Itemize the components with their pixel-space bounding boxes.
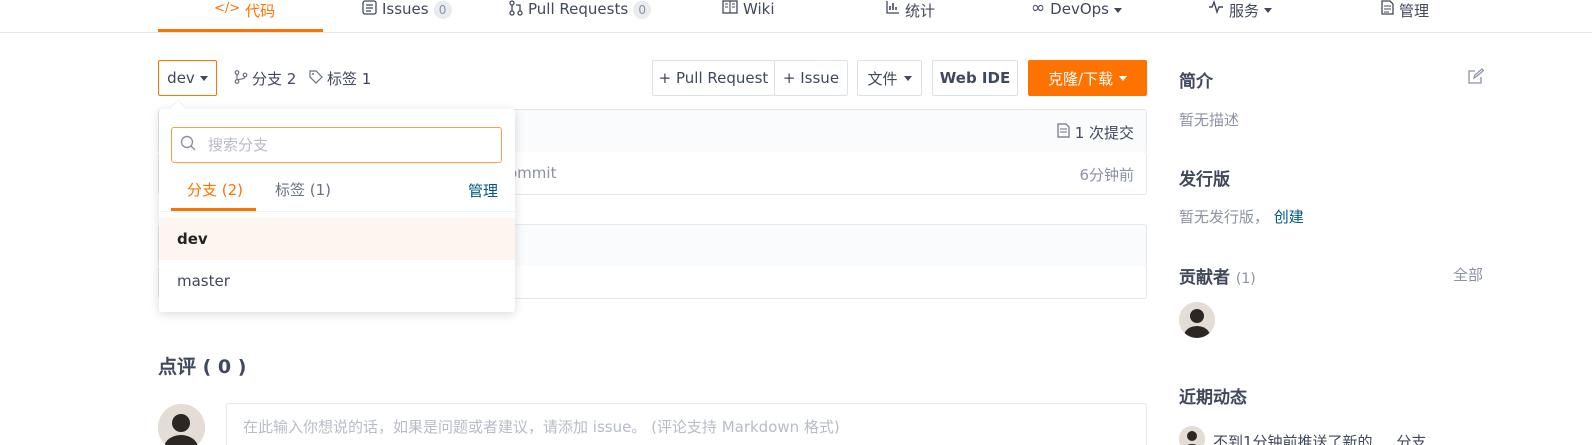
tag-icon (309, 69, 323, 88)
tab-code-label: 代码 (245, 2, 276, 20)
branches-link[interactable]: 分支 2 (234, 68, 296, 89)
new-pull-request-label: + Pull Request (658, 69, 769, 87)
branch-dropdown: 分支 (2) 标签 (1) 管理 dev master (159, 109, 515, 312)
contributors-count: (1) (1235, 271, 1256, 287)
commit-message[interactable]: ommit (508, 164, 556, 182)
comment-input[interactable]: 在此输入你想说的话，如果是问题或者建议，请添加 issue。 (评论支持 Mar… (226, 403, 1147, 445)
contributors-all-link[interactable]: 全部 (1453, 264, 1483, 285)
review-title: 点评 ( 0 ) (158, 356, 247, 378)
tab-issues[interactable]: Issues 0 (362, 0, 452, 33)
intro-text: 暂无描述 (1179, 111, 1240, 129)
tab-stats[interactable]: 统计 (886, 0, 935, 33)
chevron-down-icon (1264, 8, 1273, 13)
active-tab-indicator (158, 29, 323, 32)
branch-search-input[interactable] (208, 136, 488, 154)
release-text: 暂无发行版， (1179, 208, 1270, 226)
contributor-avatar[interactable] (1179, 302, 1215, 338)
web-ide-button[interactable]: Web IDE (932, 60, 1018, 96)
tab-stats-label: 统计 (905, 2, 936, 20)
tab-wiki-label: Wiki (743, 0, 775, 18)
activity-avatar (1179, 426, 1205, 445)
chevron-down-icon (903, 75, 912, 81)
document-icon (1381, 0, 1394, 19)
tab-pull-requests[interactable]: Pull Requests 0 (509, 0, 652, 33)
tab-services[interactable]: 服务 (1208, 0, 1273, 33)
clone-download-label: 克隆/下载 (1047, 69, 1114, 88)
issues-icon (362, 0, 377, 19)
user-avatar (158, 404, 205, 445)
search-icon (180, 135, 196, 155)
chevron-down-icon (1113, 8, 1122, 13)
tab-issues-label: Issues (382, 0, 429, 18)
code-icon: </> (214, 1, 241, 16)
manage-branches-link[interactable]: 管理 (468, 180, 498, 201)
branches-count: 分支 2 (252, 70, 297, 88)
pull-request-icon (509, 0, 523, 20)
release-info: 暂无发行版， 创建 (1179, 206, 1304, 227)
issues-count-badge: 0 (433, 1, 452, 19)
tab-devops-label: DevOps (1050, 0, 1109, 18)
tags-link[interactable]: 标签 1 (309, 68, 371, 89)
branch-option-master[interactable]: master (159, 260, 515, 302)
pulse-icon (1208, 0, 1224, 18)
divider (159, 211, 515, 212)
branch-icon (234, 69, 248, 88)
edit-icon[interactable] (1467, 68, 1485, 89)
contributors-title-label: 贡献者 (1179, 268, 1230, 288)
commit-count-label: 1 次提交 (1074, 124, 1134, 142)
new-issue-button[interactable]: + Issue (774, 60, 848, 96)
commit-count[interactable]: 1 次提交 (1057, 122, 1134, 143)
commit-time: 6分钟前 (1079, 166, 1134, 184)
clone-download-button[interactable]: 克隆/下载 (1028, 60, 1147, 96)
file-menu-label: 文件 (867, 69, 898, 88)
current-branch: dev (167, 69, 195, 87)
book-icon (722, 0, 738, 18)
tab-wiki[interactable]: Wiki (722, 0, 775, 33)
activity-item[interactable]: 不到1分钟前推送了新的 ... 分支 (1213, 431, 1426, 445)
chevron-down-icon (1119, 75, 1128, 81)
web-ide-label: Web IDE (939, 69, 1011, 87)
branch-search-box[interactable] (171, 127, 502, 163)
file-menu-button[interactable]: 文件 (857, 60, 922, 96)
bar-chart-icon (886, 0, 900, 18)
create-release-link[interactable]: 创建 (1274, 208, 1304, 226)
new-issue-label: + Issue (782, 69, 840, 87)
repo-nav: </> 代码 Issues 0 Pull Requests 0 Wiki 统计 … (0, 0, 1592, 33)
commit-icon (1057, 123, 1070, 142)
dropdown-tab-branches[interactable]: 分支 (2) (187, 179, 243, 200)
infinity-icon: ∞ (1031, 0, 1046, 18)
new-pull-request-button[interactable]: + Pull Request (652, 60, 775, 96)
dropdown-tab-tags[interactable]: 标签 (1) (275, 179, 331, 200)
chevron-down-icon (199, 75, 208, 81)
pr-count-badge: 0 (633, 1, 652, 19)
tab-pull-requests-label: Pull Requests (528, 0, 629, 18)
tags-count: 标签 1 (327, 70, 372, 88)
intro-title: 简介 (1179, 72, 1213, 92)
branch-option-dev[interactable]: dev (159, 218, 515, 260)
branch-select-button[interactable]: dev (158, 60, 217, 96)
contributors-title: 贡献者 (1) (1179, 263, 1256, 288)
tab-services-label: 服务 (1229, 2, 1260, 20)
tab-manage[interactable]: 管理 (1381, 0, 1429, 33)
release-title: 发行版 (1179, 170, 1230, 190)
tab-manage-label: 管理 (1399, 2, 1430, 20)
activity-title: 近期动态 (1179, 388, 1247, 408)
tab-devops[interactable]: ∞ DevOps (1031, 0, 1122, 33)
